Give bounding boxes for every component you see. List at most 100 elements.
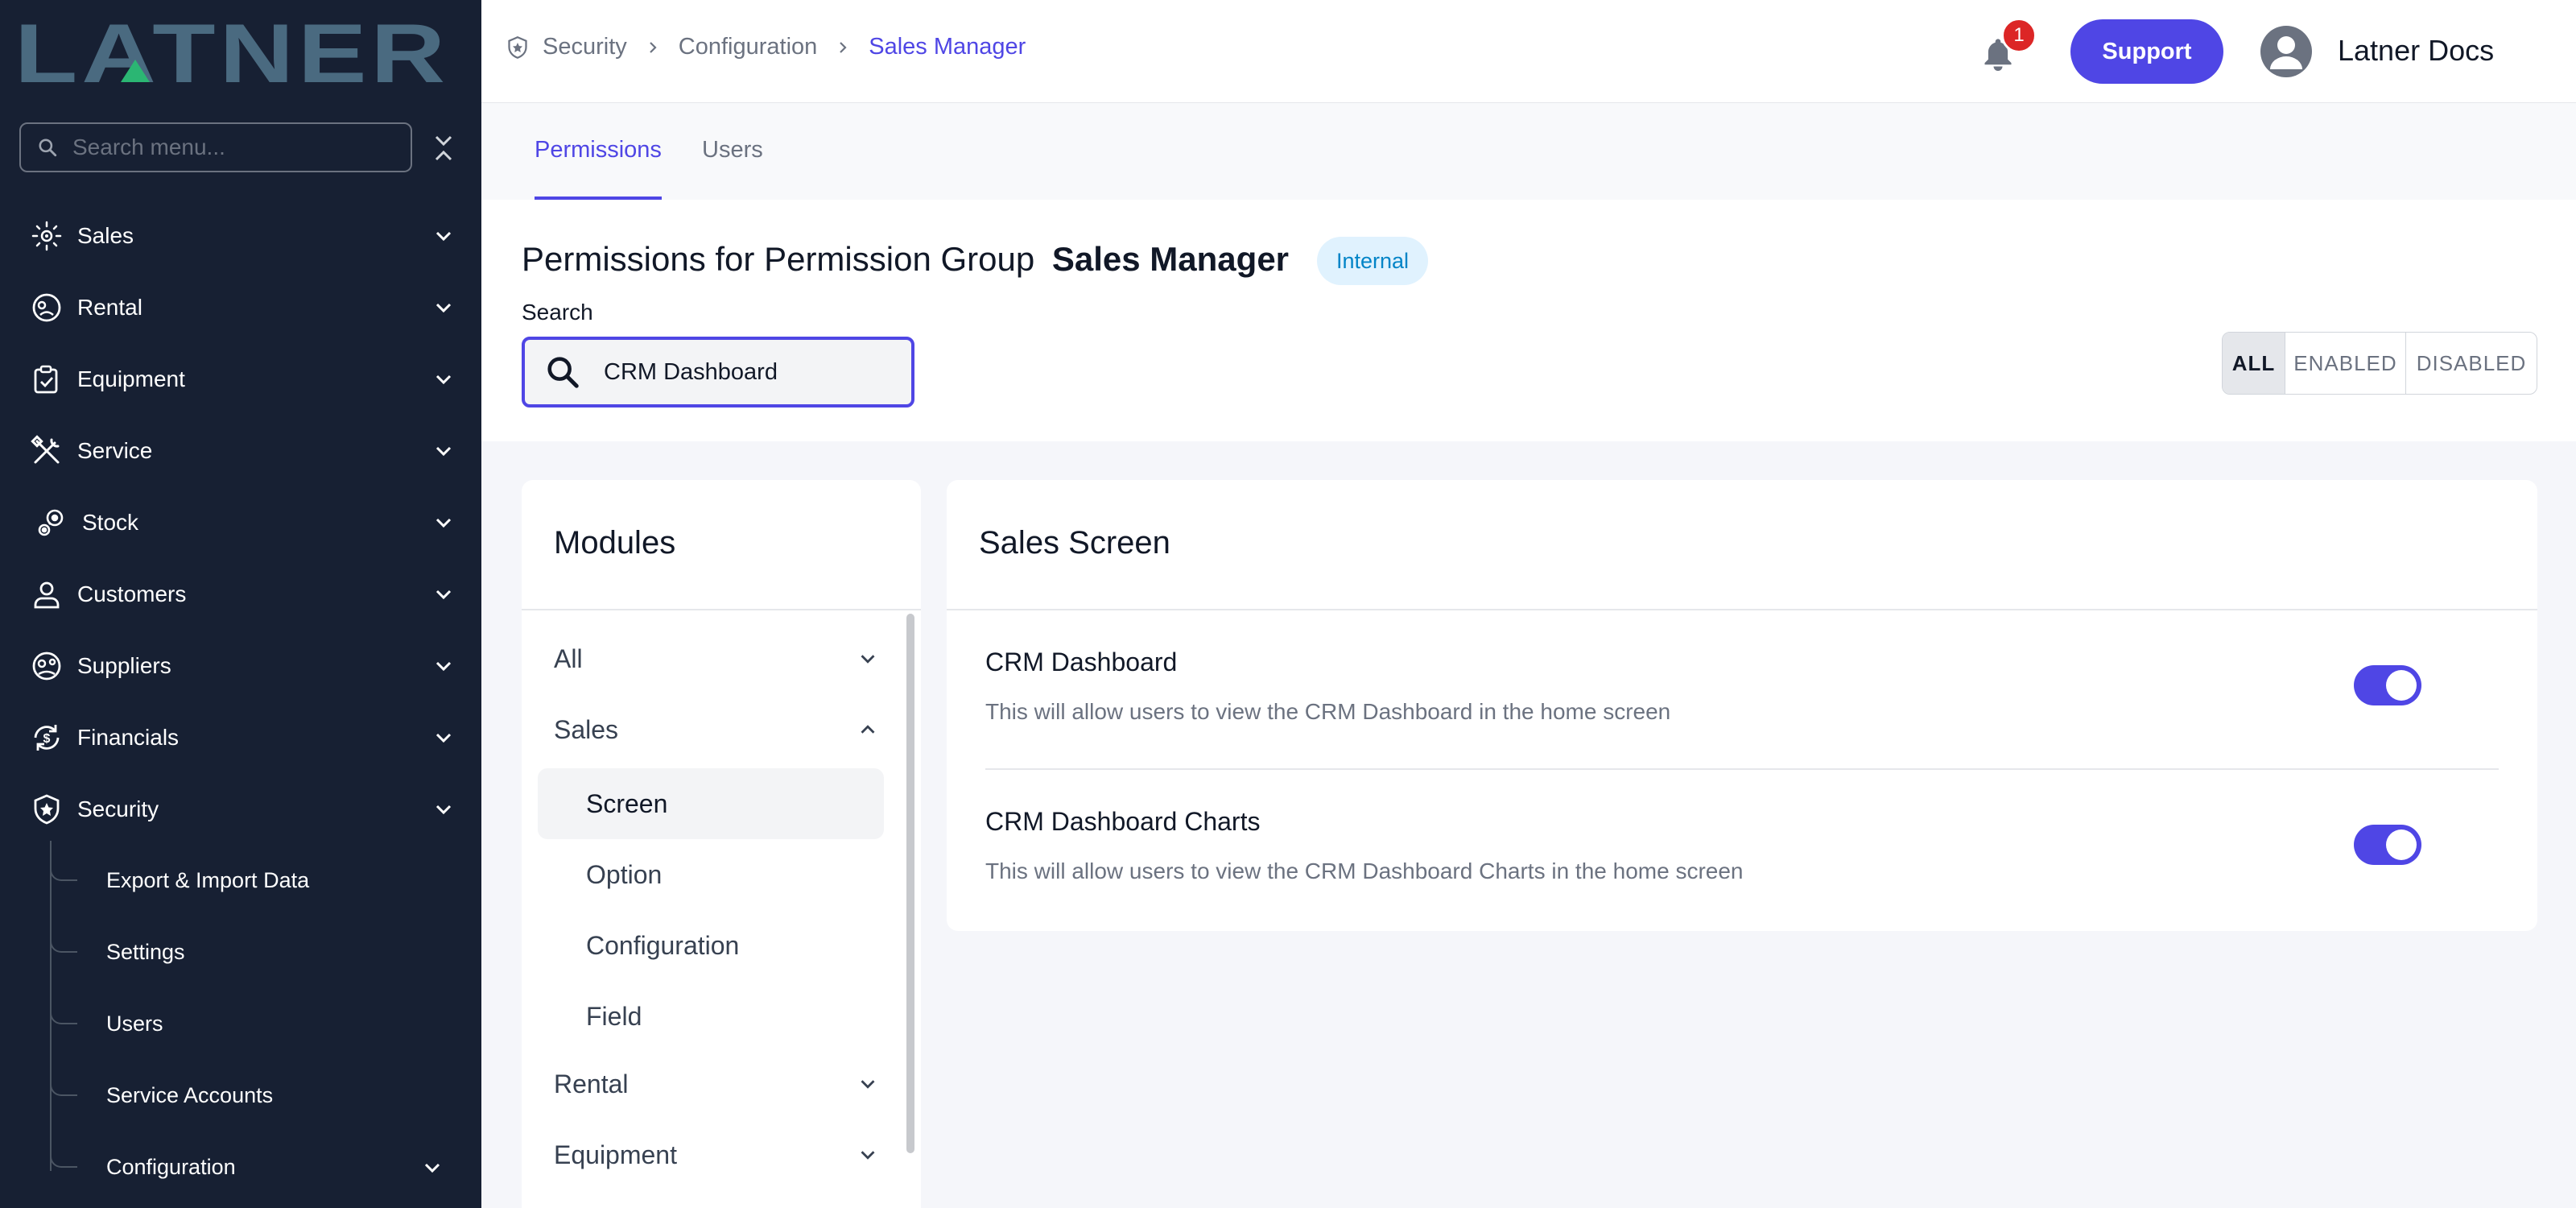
sidebar-item-customers[interactable]: Customers (0, 558, 481, 630)
permission-title: CRM Dashboard (985, 647, 1178, 676)
shield-icon (29, 792, 64, 827)
sidebar-item-service[interactable]: Service (0, 415, 481, 486)
sidebar-item-equipment[interactable]: Equipment (0, 343, 481, 415)
sidebar-subitem-label: Service Accounts (106, 1083, 274, 1107)
tab-permissions[interactable]: Permissions (535, 137, 662, 163)
customers-icon (29, 577, 64, 612)
sidebar-item-label: Equipment (77, 366, 185, 391)
search-icon (547, 357, 579, 388)
collapse-icon[interactable] (431, 132, 456, 164)
sidebar-item-label: Stock (82, 509, 139, 535)
equipment-icon (29, 362, 64, 397)
chevron-down-icon (861, 1151, 875, 1160)
filter-enabled[interactable]: ENABLED (2285, 333, 2406, 394)
chevron-down-icon (436, 231, 452, 241)
module-label: Equipment (554, 1140, 677, 1169)
sidebar-item-settings[interactable]: Settings (0, 916, 481, 988)
sidebar-item-users[interactable]: Users (0, 988, 481, 1060)
search-icon (39, 139, 57, 157)
module-sales-configuration[interactable]: Configuration (538, 910, 884, 981)
sidebar-item-suppliers[interactable]: Suppliers (0, 630, 481, 701)
module-all[interactable]: All (554, 627, 884, 691)
modules-scrollbar[interactable] (906, 614, 914, 1153)
module-sales-field[interactable]: Field (538, 981, 884, 1052)
module-sales-screen[interactable]: Screen (538, 768, 884, 839)
sidebar-item-export-import[interactable]: Export & Import Data (0, 845, 481, 916)
status-badge: Internal (1317, 237, 1429, 285)
user-name[interactable]: Latner Docs (2338, 34, 2494, 68)
sidebar-search[interactable] (19, 122, 412, 172)
suppliers-icon (29, 648, 64, 684)
sidebar-item-configuration[interactable]: Configuration (0, 1131, 481, 1203)
chevron-down-icon (436, 661, 452, 671)
crm-dashboard-toggle[interactable] (2354, 665, 2421, 705)
filter-toggle-group: ALL ENABLED DISABLED (2222, 332, 2537, 395)
chevron-down-icon (436, 805, 452, 814)
sidebar-item-rental[interactable]: Rental (0, 271, 481, 343)
chevron-down-icon (424, 1163, 440, 1173)
sidebar-item-label: Customers (77, 581, 187, 606)
search-label: Search (522, 300, 593, 325)
module-equipment[interactable]: Equipment (554, 1123, 884, 1187)
crm-dashboard-charts-toggle[interactable] (2354, 825, 2421, 865)
screen-heading: Sales Screen (979, 525, 1170, 561)
module-sales-option[interactable]: Option (538, 839, 884, 910)
divider (522, 609, 921, 610)
sidebar-subitem-label: Configuration (106, 1155, 236, 1179)
avatar[interactable] (2260, 26, 2312, 77)
page-title: Permissions for Permission Group Sales M… (522, 240, 1289, 279)
svg-text:LATNER: LATNER (14, 18, 449, 87)
tabs-bar: Permissions Users (481, 103, 2576, 200)
search-input[interactable] (604, 358, 894, 386)
module-sub-label: Screen (586, 788, 668, 818)
chevron-up-icon (861, 725, 875, 734)
permission-title: CRM Dashboard Charts (985, 807, 1261, 836)
chevron-down-icon (861, 655, 875, 664)
sales-screen-panel: Sales Screen CRM Dashboard This will all… (947, 480, 2537, 931)
permission-group-name: Sales Manager (1051, 240, 1290, 278)
sidebar-item-label: Financials (77, 724, 180, 750)
sidebar-subitem-label: Export & Import Data (106, 868, 310, 892)
module-sub-label: Configuration (586, 930, 740, 960)
toggle-knob (2386, 829, 2417, 860)
service-icon (29, 433, 64, 469)
sidebar-item-label: Suppliers (77, 652, 171, 678)
permission-description: This will allow users to view the CRM Da… (985, 858, 1744, 883)
chevron-down-icon (436, 446, 452, 456)
rental-icon (29, 290, 64, 325)
sidebar-item-label: Sales (77, 222, 134, 248)
svg-text:$: $ (43, 732, 51, 746)
module-sales[interactable]: Sales (554, 697, 884, 762)
support-button[interactable]: Support (2070, 19, 2223, 84)
breadcrumb-configuration[interactable]: Configuration (679, 34, 818, 60)
sidebar-item-service-accounts[interactable]: Service Accounts (0, 1060, 481, 1131)
sidebar-item-sales[interactable]: Sales (0, 200, 481, 271)
module-rental[interactable]: Rental (554, 1052, 884, 1116)
permission-row: CRM Dashboard Charts This will allow use… (985, 770, 2499, 929)
notification-badge: 1 (2001, 18, 2037, 53)
chevron-down-icon (436, 733, 452, 743)
permission-search[interactable] (522, 337, 914, 407)
latner-logo[interactable]: LATNER (14, 18, 449, 87)
sidebar-item-financials[interactable]: $ Financials (0, 701, 481, 773)
chevron-right-icon (649, 41, 657, 53)
sales-icon (29, 218, 64, 254)
filter-disabled[interactable]: DISABLED (2406, 333, 2537, 394)
filter-all[interactable]: ALL (2223, 333, 2285, 394)
sidebar-subitem-label: Users (106, 1011, 163, 1036)
page-title-prefix: Permissions for Permission Group (522, 240, 1035, 278)
sidebar-item-label: Rental (77, 294, 142, 320)
sidebar-search-input[interactable] (72, 134, 378, 160)
sidebar-item-security[interactable]: Security (0, 773, 481, 845)
sidebar: LATNER Sales Rental Equipment Service St… (0, 0, 481, 1208)
module-label: Rental (554, 1069, 629, 1098)
sidebar-item-stock[interactable]: Stock (0, 486, 481, 558)
breadcrumb-sales-manager[interactable]: Sales Manager (869, 34, 1026, 60)
breadcrumb: Security Configuration Sales Manager (506, 34, 1026, 60)
tab-users[interactable]: Users (702, 137, 763, 163)
module-label: All (554, 643, 583, 673)
chevron-down-icon (436, 518, 452, 527)
breadcrumb-security[interactable]: Security (543, 34, 627, 60)
chevron-right-icon (840, 41, 847, 53)
toggle-knob (2386, 670, 2417, 701)
